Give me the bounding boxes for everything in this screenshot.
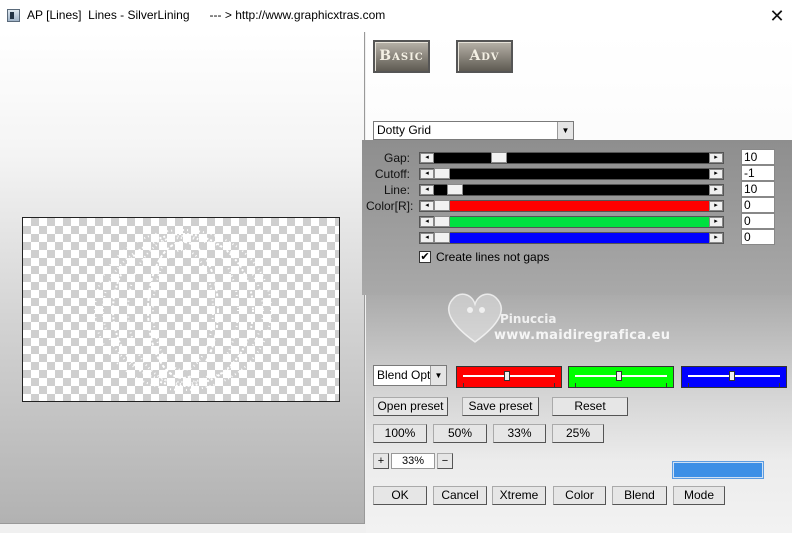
- slider-track[interactable]: ◂ ▸: [419, 216, 724, 228]
- slider-value-field[interactable]: -1: [741, 165, 775, 181]
- slider-track[interactable]: ◂ ▸: [419, 200, 724, 212]
- slider-value-field[interactable]: 0: [741, 229, 775, 245]
- slider-fill: [434, 217, 709, 227]
- blend-green-slider[interactable]: [568, 366, 674, 388]
- arrow-left-icon[interactable]: ◂: [420, 169, 434, 179]
- slider-track[interactable]: ◂ ▸: [419, 152, 724, 164]
- checkmark-icon: ✔: [420, 251, 430, 263]
- slider-label: Cutoff:: [374, 167, 410, 181]
- slider-track[interactable]: ◂ ▸: [419, 168, 724, 180]
- create-lines-checkbox[interactable]: ✔: [419, 251, 431, 263]
- color-button[interactable]: Color: [553, 486, 606, 505]
- arrow-left-icon[interactable]: ◂: [420, 153, 434, 163]
- slider-thumb[interactable]: [434, 168, 450, 179]
- xtreme-button[interactable]: Xtreme: [492, 486, 546, 505]
- slider-fill: [434, 169, 709, 179]
- arrow-left-icon[interactable]: ◂: [420, 233, 434, 243]
- slider-label: Line:: [383, 183, 410, 197]
- slider-scale: [463, 383, 555, 387]
- plugin-window: AP [Lines] Lines - SilverLining --- > ht…: [0, 0, 792, 533]
- arrow-left-icon[interactable]: ◂: [420, 185, 434, 195]
- slider-thumb[interactable]: [434, 232, 450, 243]
- zoom-50-button[interactable]: 50%: [433, 424, 487, 443]
- tab-adv[interactable]: Adv: [456, 40, 513, 73]
- slider-scale: [575, 383, 667, 387]
- chevron-down-icon[interactable]: ▼: [557, 122, 573, 139]
- preview-image: [94, 229, 272, 391]
- slider-label: Gap:: [383, 151, 410, 165]
- chevron-down-icon[interactable]: ▼: [430, 366, 446, 385]
- arrow-right-icon[interactable]: ▸: [709, 233, 723, 243]
- slider-fill: [434, 153, 709, 163]
- close-icon[interactable]: ✕: [762, 0, 792, 32]
- preview-panel: [0, 32, 365, 524]
- arrow-right-icon[interactable]: ▸: [709, 185, 723, 195]
- blend-button[interactable]: Blend: [612, 486, 667, 505]
- zoom-control: + 33% −: [373, 453, 453, 469]
- cancel-button[interactable]: Cancel: [433, 486, 487, 505]
- window-title: AP [Lines] Lines - SilverLining --- > ht…: [27, 8, 386, 22]
- slider-value-field[interactable]: 0: [741, 197, 775, 213]
- zoom-33-button[interactable]: 33%: [493, 424, 546, 443]
- pattern-select[interactable]: Dotty Grid ▼: [373, 121, 574, 140]
- zoom-100-button[interactable]: 100%: [373, 424, 427, 443]
- slider-value-field[interactable]: 0: [741, 213, 775, 229]
- blend-options-value: Blend Opti: [377, 368, 434, 382]
- zoom-25-button[interactable]: 25%: [552, 424, 604, 443]
- reset-button[interactable]: Reset: [552, 397, 628, 416]
- blend-red-slider[interactable]: [456, 366, 562, 388]
- watermark-name: Pinuccia: [500, 312, 557, 326]
- preview-canvas[interactable]: [22, 217, 340, 402]
- arrow-left-icon[interactable]: ◂: [420, 201, 434, 211]
- arrow-right-icon[interactable]: ▸: [709, 169, 723, 179]
- open-preset-button[interactable]: Open preset: [373, 397, 448, 416]
- create-lines-label: Create lines not gaps: [436, 250, 550, 264]
- arrow-right-icon[interactable]: ▸: [709, 217, 723, 227]
- slider-thumb[interactable]: [447, 184, 463, 195]
- arrow-right-icon[interactable]: ▸: [709, 201, 723, 211]
- slider-fill: [434, 201, 709, 211]
- slider-scale: [688, 383, 780, 387]
- ok-button[interactable]: OK: [373, 486, 427, 505]
- arrow-right-icon[interactable]: ▸: [709, 153, 723, 163]
- slider-thumb[interactable]: [434, 216, 450, 227]
- slider-thumb[interactable]: [729, 371, 735, 381]
- tab-basic[interactable]: Basic: [373, 40, 430, 73]
- color-swatch[interactable]: [673, 462, 763, 478]
- watermark-url: www.maidiregrafica.eu: [494, 328, 671, 343]
- slider-fill: [434, 233, 709, 243]
- mode-button[interactable]: Mode: [673, 486, 725, 505]
- slider-thumb[interactable]: [504, 371, 510, 381]
- zoom-value[interactable]: 33%: [391, 453, 435, 469]
- pattern-select-value: Dotty Grid: [377, 123, 432, 137]
- blend-blue-slider[interactable]: [681, 366, 787, 388]
- slider-track[interactable]: ◂ ▸: [419, 184, 724, 196]
- slider-fill: [434, 185, 709, 195]
- slider-thumb[interactable]: [616, 371, 622, 381]
- slider-label: Color[R]:: [366, 199, 414, 213]
- zoom-in-button[interactable]: +: [373, 453, 389, 469]
- slider-track[interactable]: ◂ ▸: [419, 232, 724, 244]
- blend-options-select[interactable]: Blend Opti ▼: [373, 365, 447, 386]
- slider-value-field[interactable]: 10: [741, 181, 775, 197]
- slider-value-field[interactable]: 10: [741, 149, 775, 165]
- zoom-out-button[interactable]: −: [437, 453, 453, 469]
- slider-thumb[interactable]: [434, 200, 450, 211]
- save-preset-button[interactable]: Save preset: [462, 397, 539, 416]
- app-icon: [7, 9, 20, 22]
- arrow-left-icon[interactable]: ◂: [420, 217, 434, 227]
- slider-thumb[interactable]: [491, 152, 507, 163]
- title-bar: AP [Lines] Lines - SilverLining --- > ht…: [0, 0, 792, 32]
